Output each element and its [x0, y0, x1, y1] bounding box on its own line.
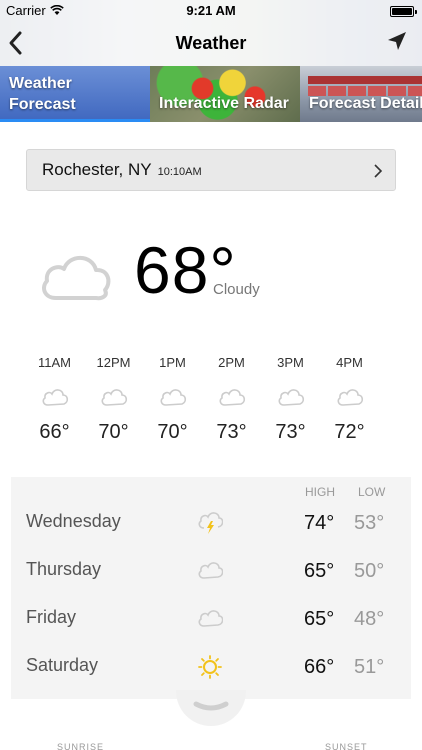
tab-label: Forecast Detail	[309, 95, 422, 112]
sun-icon	[198, 655, 222, 679]
sunset-label: SUNSET	[325, 742, 368, 750]
daily-row[interactable]: Friday 65° 48°	[11, 595, 411, 643]
cloud-icon	[278, 389, 304, 406]
low-header: LOW	[358, 485, 386, 499]
day-name: Thursday	[26, 559, 102, 579]
tab-forecast-detail[interactable]: Forecast Detail	[300, 66, 422, 122]
hour-time: 3PM	[277, 355, 304, 370]
hour-temp: 70°	[98, 421, 129, 443]
tab-weather-forecast[interactable]: Weather Forecast	[0, 66, 150, 122]
location-time: 10:10AM	[157, 165, 202, 178]
hour-time: 4PM	[336, 355, 363, 370]
status-time: 9:21 AM	[186, 3, 236, 18]
battery-fill	[392, 8, 412, 15]
day-name: Saturday	[26, 655, 99, 675]
day-name: Friday	[26, 607, 77, 627]
current-condition: Cloudy	[213, 281, 260, 298]
day-high: 65°	[304, 608, 335, 630]
cloud-icon	[42, 389, 68, 406]
day-name: Wednesday	[26, 511, 121, 531]
tab-label-line1: Weather	[9, 75, 72, 92]
thunderstorm-icon	[198, 512, 223, 534]
chevron-down-icon	[193, 701, 229, 711]
expand-handle[interactable]	[176, 690, 246, 726]
day-high: 66°	[304, 656, 335, 678]
tab-selected-indicator	[0, 119, 150, 122]
location-selector[interactable]: Rochester, NY 10:10AM	[26, 149, 396, 191]
hourly-item: 1PM 70°	[143, 355, 202, 444]
daily-row[interactable]: Thursday 65° 50°	[11, 547, 411, 595]
status-bar: Carrier 9:21 AM	[0, 0, 422, 22]
hour-time: 12PM	[96, 355, 131, 370]
hour-time: 2PM	[218, 355, 245, 370]
tab-label-line2: Forecast	[9, 96, 76, 113]
tab-interactive-radar[interactable]: Interactive Radar	[150, 66, 300, 122]
daily-row[interactable]: Wednesday 74° 53°	[11, 499, 411, 547]
day-low: 53°	[354, 512, 385, 534]
daily-forecast: HIGH LOW Wednesday 74° 53° Thursday 65° …	[11, 477, 411, 699]
cloud-icon	[42, 255, 111, 301]
cloud-icon	[219, 389, 245, 406]
hour-temp: 73°	[216, 421, 247, 443]
day-high: 74°	[304, 512, 335, 534]
hour-temp: 72°	[334, 421, 365, 443]
sunrise-label: SUNRISE	[57, 742, 105, 750]
high-header: HIGH	[305, 485, 335, 499]
hourly-forecast[interactable]: 11AM 66° 12PM 70° 1PM 70° 2PM 73° 3PM 73…	[25, 355, 422, 455]
cloud-icon	[101, 389, 127, 406]
feature-tabs: Weather Forecast Interactive Radar Forec…	[0, 66, 422, 122]
hourly-item: 3PM 73°	[261, 355, 320, 444]
cloud-icon	[337, 389, 363, 406]
location-city: Rochester, NY	[42, 160, 152, 179]
hour-temp: 66°	[39, 421, 70, 443]
day-low: 50°	[354, 560, 385, 582]
chevron-right-icon	[374, 164, 383, 178]
page-title: Weather	[175, 33, 247, 53]
hour-time: 1PM	[159, 355, 186, 370]
hourly-item: 4PM 72°	[320, 355, 379, 444]
cloud-icon	[160, 389, 186, 406]
hour-temp: 70°	[157, 421, 188, 443]
tab-label: Interactive Radar	[159, 95, 289, 112]
battery-icon	[390, 6, 417, 17]
hourly-item: 12PM 70°	[84, 355, 143, 444]
hour-temp: 73°	[275, 421, 306, 443]
day-low: 51°	[354, 656, 385, 678]
day-high: 65°	[304, 560, 335, 582]
hourly-item: 2PM 73°	[202, 355, 261, 444]
daily-row[interactable]: Saturday 66° 51°	[11, 643, 411, 691]
cloud-icon	[198, 562, 223, 579]
battery-cap	[415, 10, 417, 14]
location-arrow-icon	[388, 32, 406, 50]
day-low: 48°	[354, 608, 385, 630]
hour-time: 11AM	[38, 355, 71, 370]
tab-label: Weather Forecast	[9, 73, 76, 115]
hourly-item: 11AM 66°	[25, 355, 84, 444]
cloud-icon	[198, 610, 223, 627]
location-button[interactable]	[386, 30, 408, 52]
